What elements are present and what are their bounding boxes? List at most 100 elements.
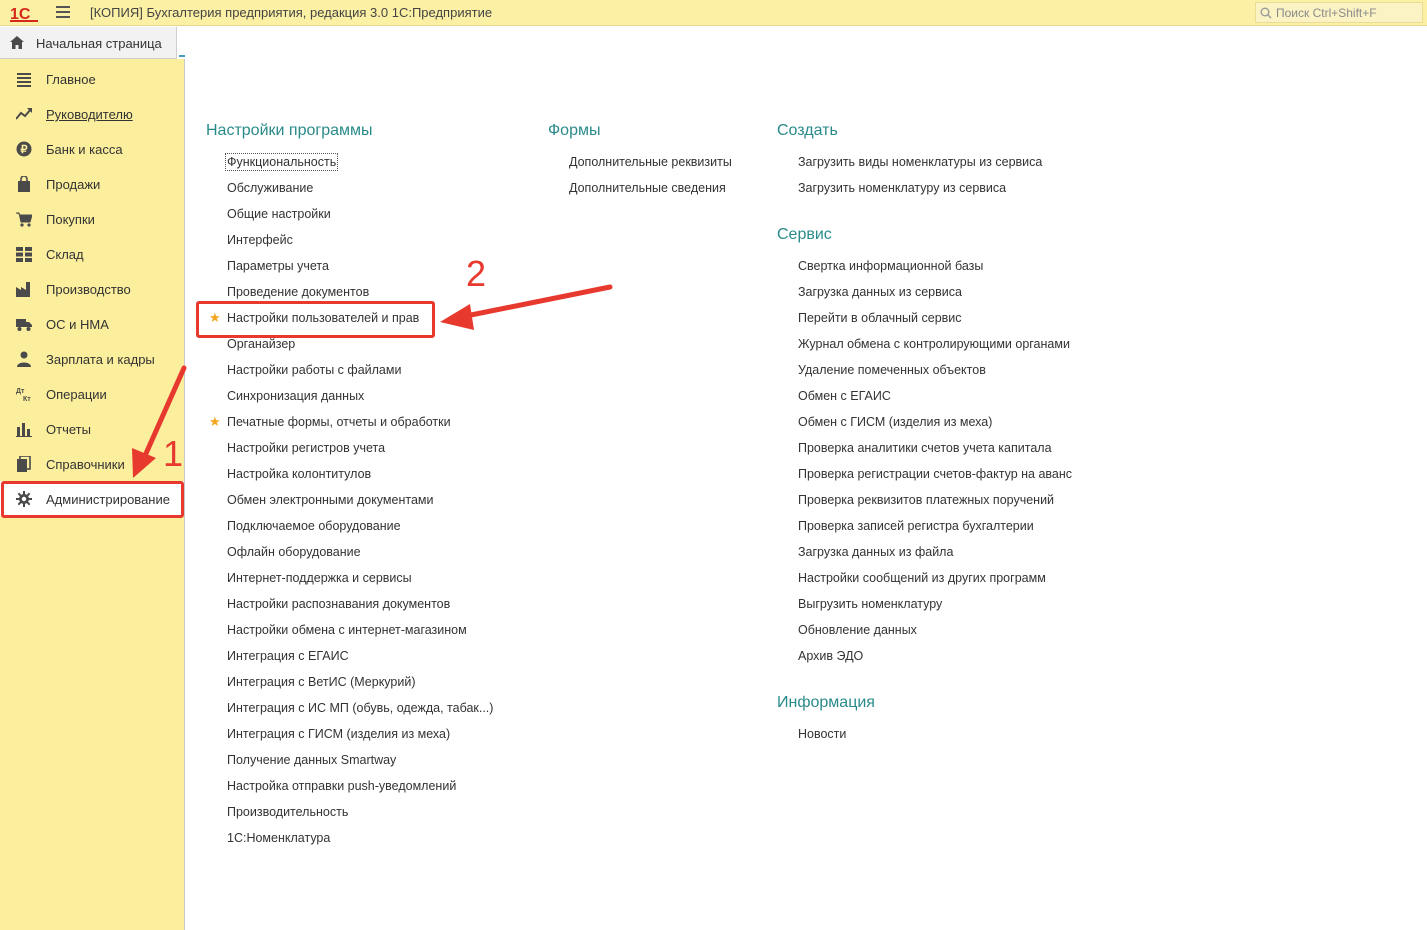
sidebar-item-salary[interactable]: Зарплата и кадры <box>0 341 184 376</box>
search-box[interactable] <box>1255 2 1423 23</box>
link-smartway[interactable]: Получение данных Smartway <box>227 753 396 767</box>
link-maintenance[interactable]: Обслуживание <box>227 181 313 195</box>
link-file-settings[interactable]: Настройки работы с файлами <box>227 363 401 377</box>
sidebar-item-label: Производство <box>46 282 131 297</box>
link-1c-nomenclature[interactable]: 1С:Номенклатура <box>227 831 330 845</box>
bag-icon <box>18 176 30 192</box>
link-service-item[interactable]: Проверка реквизитов платежных поручений <box>798 493 1054 507</box>
link-service-item[interactable]: Обмен с ГИСМ (изделия из меха) <box>798 415 992 429</box>
svg-text:1С: 1С <box>10 6 31 22</box>
sidebar-item-production[interactable]: Производство <box>0 271 184 306</box>
link-service-item[interactable]: Проверка записей регистра бухгалтерии <box>798 519 1034 533</box>
link-service-item[interactable]: Обмен с ЕГАИС <box>798 389 891 403</box>
dt-kt-icon: ДтКт <box>16 388 31 402</box>
sidebar-item-purchases[interactable]: Покупки <box>0 201 184 236</box>
sidebar-item-fixed-assets[interactable]: ОС и НМА <box>0 306 184 341</box>
link-internet-support[interactable]: Интернет-поддержка и сервисы <box>227 571 412 585</box>
tab-indicator <box>179 55 185 57</box>
link-general-settings[interactable]: Общие настройки <box>227 207 331 221</box>
annotation-number-1: 1 <box>163 433 184 474</box>
sidebar-item-bank[interactable]: ₽ Банк и касса <box>0 131 184 166</box>
home-icon <box>10 36 24 49</box>
title-bar: 1С [КОПИЯ] Бухгалтерия предприятия, реда… <box>0 0 1427 26</box>
link-push-settings[interactable]: Настройка отправки push-уведомлений <box>227 779 456 793</box>
section-title-forms: Формы <box>548 122 601 139</box>
link-load-nomenclature[interactable]: Загрузить номенклатуру из сервиса <box>798 181 1006 195</box>
link-service-item[interactable]: Выгрузить номенклатуру <box>798 597 942 611</box>
sidebar-item-sales[interactable]: Продажи <box>0 166 184 201</box>
list-icon <box>17 73 31 87</box>
highlight-box-user-rights <box>196 301 435 338</box>
sidebar-item-label: Операции <box>46 387 107 402</box>
link-service-item[interactable]: Проверка регистрации счетов-фактур на ав… <box>798 467 1072 481</box>
link-connected-equipment[interactable]: Подключаемое оборудование <box>227 519 401 533</box>
sidebar-item-catalogs[interactable]: Справочники <box>0 446 184 481</box>
link-service-item[interactable]: Свертка информационной базы <box>798 259 983 273</box>
link-service-item[interactable]: Загрузка данных из сервиса <box>798 285 962 299</box>
link-service-item[interactable]: Настройки сообщений из других программ <box>798 571 1046 585</box>
link-vetis-integration[interactable]: Интеграция с ВетИС (Меркурий) <box>227 675 416 689</box>
link-offline-equipment[interactable]: Офлайн оборудование <box>227 545 361 559</box>
books-icon <box>17 456 31 472</box>
window-title: [КОПИЯ] Бухгалтерия предприятия, редакци… <box>90 5 493 20</box>
link-edi[interactable]: Обмен электронными документами <box>227 493 433 507</box>
trend-icon <box>16 108 32 120</box>
sidebar-item-label: Продажи <box>46 177 101 192</box>
link-data-sync[interactable]: Синхронизация данных <box>227 389 364 403</box>
main-menu-icon[interactable] <box>56 6 70 18</box>
link-headers-footers[interactable]: Настройка колонтитулов <box>227 467 371 481</box>
section-title-settings: Настройки программы <box>206 122 373 139</box>
link-interface[interactable]: Интерфейс <box>227 233 293 247</box>
grid-icon <box>16 247 32 262</box>
sidebar-item-label: Зарплата и кадры <box>46 352 155 367</box>
cart-icon <box>16 212 32 227</box>
link-print-forms[interactable]: Печатные формы, отчеты и обработки <box>227 415 451 429</box>
sidebar-item-label: ОС и НМА <box>46 317 109 332</box>
link-news[interactable]: Новости <box>798 727 846 741</box>
sidebar-item-reports[interactable]: Отчеты <box>0 411 184 446</box>
link-service-item[interactable]: Архив ЭДО <box>798 649 863 663</box>
link-gism-integration[interactable]: Интеграция с ГИСМ (изделия из меха) <box>227 727 450 741</box>
link-additional-info[interactable]: Дополнительные сведения <box>569 181 726 195</box>
sidebar-item-label: Склад <box>46 247 84 262</box>
link-service-item[interactable]: Обновление данных <box>798 623 917 637</box>
bar-chart-icon <box>16 423 32 437</box>
section-title-create: Создать <box>777 122 838 139</box>
1c-logo-icon[interactable]: 1С <box>10 4 42 22</box>
link-ismp-integration[interactable]: Интеграция с ИС МП (обувь, одежда, табак… <box>227 701 493 715</box>
link-organizer[interactable]: Органайзер <box>227 337 295 351</box>
sidebar-item-label: Банк и касса <box>46 142 123 157</box>
link-load-nomenclature-types[interactable]: Загрузить виды номенклатуры из сервиса <box>798 155 1042 169</box>
link-accounting-parameters[interactable]: Параметры учета <box>227 259 329 273</box>
sidebar-item-main[interactable]: Главное <box>0 61 184 96</box>
link-service-item[interactable]: Удаление помеченных объектов <box>798 363 986 377</box>
sidebar-item-operations[interactable]: Дт Кт Операции <box>0 376 184 411</box>
home-tab[interactable]: Начальная страница <box>0 27 177 59</box>
sidebar-item-label: Отчеты <box>46 422 91 437</box>
sidebar-item-manager[interactable]: Руководителю <box>0 96 184 131</box>
factory-icon <box>16 282 30 297</box>
link-document-posting[interactable]: Проведение документов <box>227 285 369 299</box>
search-input[interactable] <box>1276 5 1420 20</box>
favorite-star-icon[interactable]: ★ <box>209 414 221 430</box>
svg-text:₽: ₽ <box>21 144 28 156</box>
link-additional-attributes[interactable]: Дополнительные реквизиты <box>569 155 732 169</box>
link-service-item[interactable]: Журнал обмена с контролирующими органами <box>798 337 1070 351</box>
ruble-icon: ₽ <box>16 141 32 157</box>
sidebar-item-warehouse[interactable]: Склад <box>0 236 184 271</box>
link-performance[interactable]: Производительность <box>227 805 348 819</box>
svg-text:Кт: Кт <box>23 396 31 402</box>
highlight-box-administration <box>1 481 184 518</box>
link-service-item[interactable]: Загрузка данных из файла <box>798 545 953 559</box>
link-service-item[interactable]: Перейти в облачный сервис <box>798 311 962 325</box>
sidebar-item-label: Покупки <box>46 212 95 227</box>
link-egais-integration[interactable]: Интеграция с ЕГАИС <box>227 649 349 663</box>
link-eshop-exchange[interactable]: Настройки обмена с интернет-магазином <box>227 623 467 637</box>
section-title-info: Информация <box>777 694 875 711</box>
home-tab-label: Начальная страница <box>36 36 162 51</box>
link-functionality[interactable]: Функциональность <box>224 153 339 171</box>
link-recognition-settings[interactable]: Настройки распознавания документов <box>227 597 450 611</box>
link-register-settings[interactable]: Настройки регистров учета <box>227 441 385 455</box>
sidebar-item-label: Главное <box>46 72 96 87</box>
link-service-item[interactable]: Проверка аналитики счетов учета капитала <box>798 441 1052 455</box>
